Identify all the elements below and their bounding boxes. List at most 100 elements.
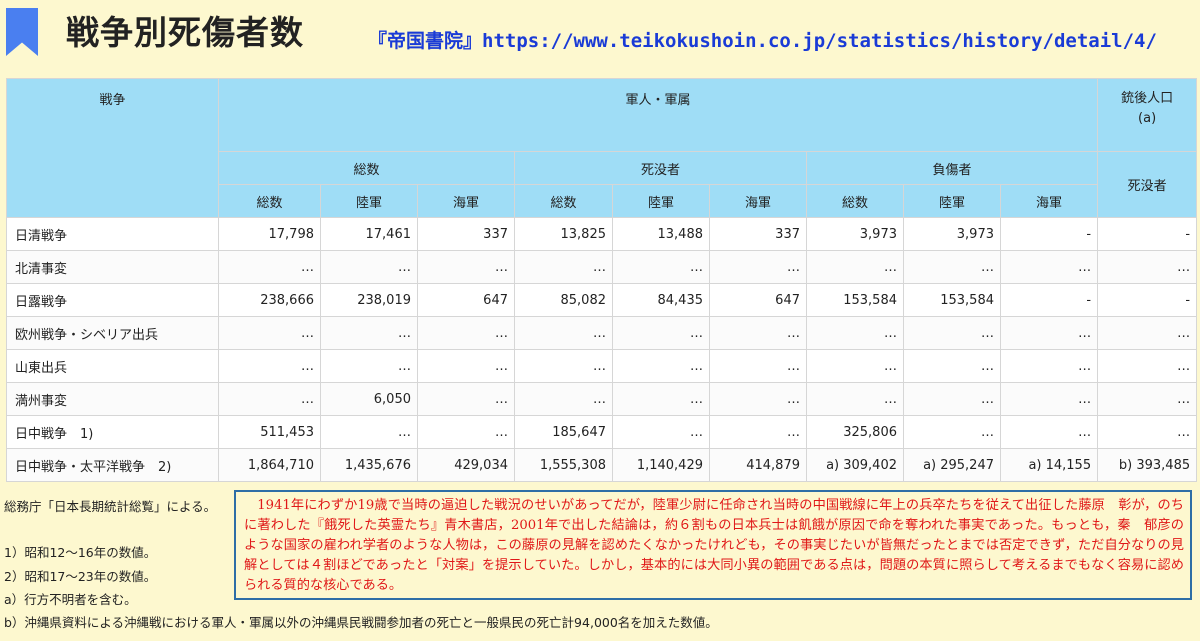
table-row: 日露戦争 238,666 238,019 647 85,082 84,435 647 153,… [6,283,1198,317]
subheader-cell: 陸軍 [903,184,1001,218]
table-cell: - [999,283,1099,317]
table-cell: b) 393,485 [1097,448,1198,482]
table-cell: … [903,415,1001,449]
table-cell: … [709,316,807,350]
page-title: 戦争別死傷者数 [66,13,304,52]
table-cell: 153,584 [806,283,904,317]
table-row: 山東出兵………………………… [6,349,1198,383]
war-name: 山東出兵 [6,349,219,383]
war-name: 欧州戦争・シベリア出兵 [6,316,219,350]
table-cell: … [218,349,321,383]
table-cell: 238,019 [320,283,418,317]
war-name: 日清戦争 [6,217,219,251]
table-row: 日中戦争 1) 511,453…… 185,647…… 325,806……… [6,415,1198,449]
war-name: 日中戦争 1) [6,415,219,449]
war-name: 満州事変 [6,382,219,416]
header-population-line1: 銃後人口 [1121,91,1174,106]
table-cell: 13,488 [612,217,710,251]
footnote-1: 1）昭和12～16年の数値。 [4,545,157,560]
table-cell: 1,864,710 [218,448,321,482]
commentary-box: 1941年にわずか19歳で当時の逼迫した戦況のせいがあってだが，陸軍少尉に任命さ… [234,490,1192,600]
table-row: 欧州戦争・シベリア出兵………………………… [6,316,1198,350]
table-cell: … [709,415,807,449]
table-cell: … [320,415,418,449]
header-population-line2: (a) [1138,111,1157,126]
header-military: 軍人・軍属 [217,78,1099,152]
table-cell: … [612,382,710,416]
subheader-cell: 総数 [806,184,904,218]
table-cell: 325,806 [806,415,904,449]
table-cell: … [612,316,710,350]
footnote-a: a）行方不明者を含む。 [4,592,137,607]
table-cell: … [514,250,613,284]
header-group-dead: 死没者 [514,151,807,185]
table-cell: … [709,349,807,383]
header-war: 戦争 [6,78,219,218]
table-cell: 238,666 [218,283,321,317]
subheader-cell: 陸軍 [320,184,418,218]
table-cell: - [999,217,1099,251]
table-cell: - [1097,283,1198,317]
table-cell: … [903,250,1001,284]
table-cell: … [320,316,418,350]
table-cell: … [218,250,321,284]
table-cell: … [806,250,904,284]
table-cell: 414,879 [709,448,807,482]
table-cell: 13,825 [514,217,613,251]
table-cell: … [612,250,710,284]
source-link[interactable]: 『帝国書院』https://www.teikokushoin.co.jp/sta… [368,26,1157,53]
table-cell: 3,973 [806,217,904,251]
table-cell: 6,050 [320,382,418,416]
header-population: 銃後人口 (a) [1097,78,1198,152]
table-cell: 511,453 [218,415,321,449]
table-cell: 3,973 [903,217,1001,251]
war-name: 北清事変 [6,250,219,284]
table-cell: … [417,382,515,416]
table-cell: 185,647 [514,415,613,449]
table-cell: 84,435 [612,283,710,317]
table-cell: … [218,316,321,350]
table-cell: … [1097,349,1198,383]
table-cell: 1,555,308 [514,448,613,482]
table-cell: … [612,349,710,383]
table-cell: … [417,316,515,350]
table-cell: … [999,382,1099,416]
table-cell: 85,082 [514,283,613,317]
table-cell: … [806,382,904,416]
war-name: 日露戦争 [6,283,219,317]
table-cell: … [417,250,515,284]
table-cell: … [320,349,418,383]
table-cell: … [612,415,710,449]
table-cell: … [903,316,1001,350]
table-cell: … [514,382,613,416]
table-cell: … [1097,382,1198,416]
table-cell: … [903,349,1001,383]
table-cell: … [417,349,515,383]
table-cell: … [903,382,1001,416]
subheader-cell: 海軍 [417,184,515,218]
table-cell: … [999,250,1099,284]
table-cell: 337 [709,217,807,251]
table-cell: a) 295,247 [903,448,1001,482]
table-cell: … [514,349,613,383]
war-name: 日中戦争・太平洋戦争 2) [6,448,219,482]
table-cell: … [709,250,807,284]
subheader-cell: 総数 [514,184,613,218]
table-cell: … [417,415,515,449]
table-cell: 17,461 [320,217,418,251]
bookmark-icon [6,8,38,56]
table-cell: … [806,349,904,383]
table-cell: 429,034 [417,448,515,482]
header-group-wounded: 負傷者 [805,151,1099,185]
page-header: 戦争別死傷者数 『帝国書院』https://www.teikokushoin.c… [0,0,1200,74]
header-pop-dead: 死没者 [1097,151,1198,218]
footnote-2: 2）昭和17～23年の数値。 [4,569,157,584]
header-group-total: 総数 [218,151,515,185]
table-cell: … [514,316,613,350]
table-cell: … [320,250,418,284]
table-cell: … [709,382,807,416]
footnote-b: b）沖縄県資料による沖縄戦における軍人・軍属以外の沖縄県民戦闘参加者の死亡と一般… [4,615,718,630]
table-cell: 1,140,429 [612,448,710,482]
table-cell: 647 [709,283,807,317]
table-cell: … [806,316,904,350]
